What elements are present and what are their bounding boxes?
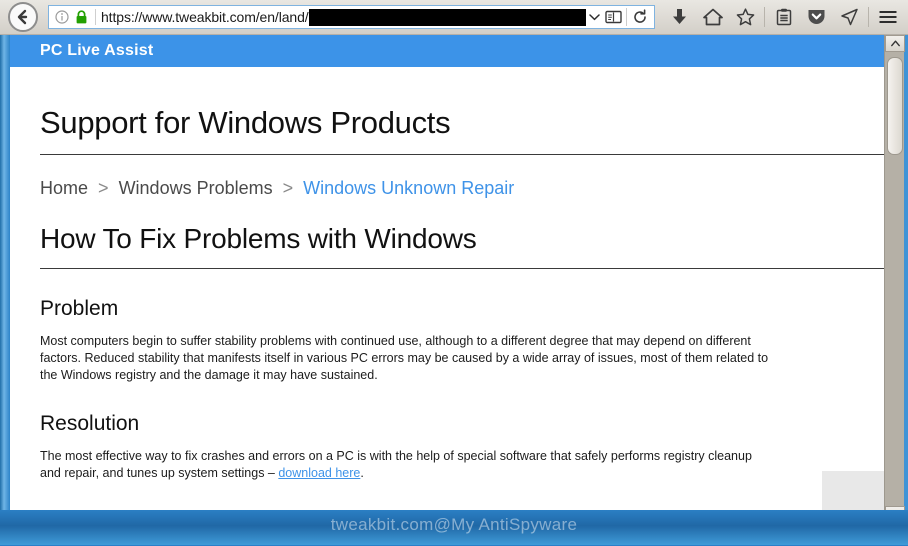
hamburger-menu-icon[interactable] — [871, 2, 904, 32]
browser-window-frame: PC Live Assist Support for Windows Produ… — [0, 35, 908, 545]
download-arrow-icon[interactable] — [663, 2, 696, 32]
download-here-link[interactable]: download here — [278, 466, 360, 480]
page-title: Support for Windows Products — [40, 105, 451, 140]
star-bookmark-icon[interactable] — [729, 2, 762, 32]
section-heading-resolution: Resolution — [40, 412, 140, 435]
chevron-down-icon[interactable] — [586, 13, 602, 21]
toolbar-divider — [626, 8, 627, 26]
green-padlock-icon[interactable] — [72, 9, 90, 25]
address-bar[interactable]: https://www.tweakbit.com/en/land/ — [48, 5, 655, 29]
info-circle-icon[interactable] — [52, 10, 72, 24]
watermark-text: tweakbit.com@My AntiSpyware — [330, 514, 578, 534]
toolbar-divider — [764, 7, 765, 27]
back-arrow-icon — [17, 9, 28, 25]
site-title: PC Live Assist — [40, 42, 154, 59]
taskbar: tweakbit.com@My AntiSpyware — [0, 510, 908, 545]
page-viewport: PC Live Assist Support for Windows Produ… — [10, 35, 894, 523]
vertical-scrollbar[interactable] — [884, 35, 905, 523]
browser-toolbar: https://www.tweakbit.com/en/land/ — [0, 0, 908, 35]
url-text: https://www.tweakbit.com/en/land/ — [101, 9, 309, 25]
title-divider — [40, 154, 894, 155]
breadcrumb-separator: > — [282, 178, 294, 198]
resolution-text-after-link: . — [360, 466, 364, 480]
address-separator — [95, 9, 96, 25]
send-to-device-icon[interactable] — [833, 2, 866, 32]
breadcrumb-item-home[interactable]: Home — [40, 178, 88, 198]
breadcrumb-separator: > — [98, 178, 109, 198]
resolution-text-before-link: The most effective way to fix crashes an… — [40, 449, 752, 480]
page-content: Support for Windows Products Home > Wind… — [10, 105, 894, 523]
browser-action-icons — [663, 2, 908, 32]
problem-paragraph: Most computers begin to suffer stability… — [40, 334, 769, 382]
article-title: How To Fix Problems with Windows — [40, 223, 477, 254]
resolution-paragraph: The most effective way to fix crashes an… — [40, 448, 775, 482]
back-button[interactable] — [8, 2, 38, 32]
window-left-border — [0, 35, 10, 545]
article-title-divider — [40, 268, 894, 269]
vertical-scrollbar-thumb[interactable] — [887, 57, 903, 155]
reload-icon[interactable] — [629, 9, 651, 25]
breadcrumb-item-current[interactable]: Windows Unknown Repair — [303, 178, 514, 198]
scroll-up-arrow-icon[interactable] — [885, 35, 905, 52]
pocket-shield-icon[interactable] — [800, 2, 833, 32]
section-heading-problem: Problem — [40, 297, 119, 320]
breadcrumb: Home > Windows Problems > Windows Unknow… — [40, 178, 894, 199]
library-icon[interactable] — [767, 2, 800, 32]
home-icon[interactable] — [696, 2, 729, 32]
reader-mode-icon[interactable] — [602, 10, 624, 25]
site-header-bar: PC Live Assist — [10, 35, 894, 67]
url-redacted-block — [308, 8, 586, 26]
breadcrumb-item-windows-problems[interactable]: Windows Problems — [119, 178, 273, 198]
toolbar-divider — [868, 7, 869, 27]
